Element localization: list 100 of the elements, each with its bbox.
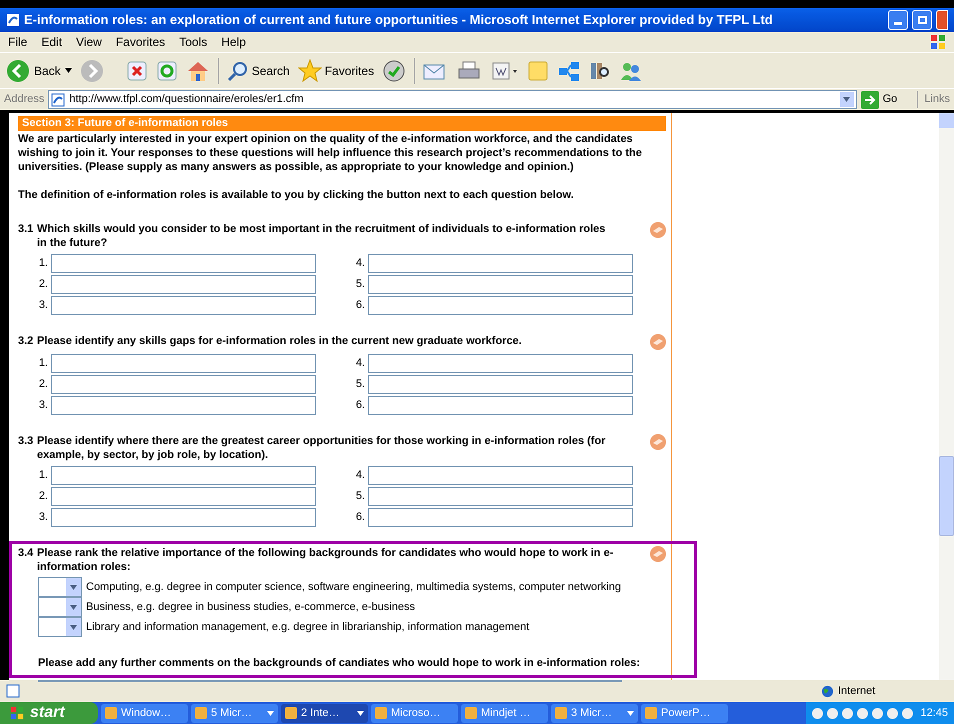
address-label: Address bbox=[4, 92, 44, 108]
refresh-icon[interactable] bbox=[156, 60, 178, 82]
favorites-button[interactable]: Favorites bbox=[298, 58, 374, 82]
printer-icon[interactable] bbox=[457, 60, 482, 82]
answer-field[interactable] bbox=[368, 254, 633, 273]
menu-item[interactable]: Edit bbox=[41, 33, 62, 51]
answer-field[interactable] bbox=[51, 375, 316, 394]
go-button[interactable]: Go bbox=[860, 90, 898, 108]
links-label[interactable]: Links bbox=[917, 91, 950, 108]
answer-field[interactable] bbox=[51, 296, 316, 315]
caret-icon bbox=[70, 624, 77, 630]
taskbar-button[interactable]: Window… bbox=[101, 704, 188, 722]
star-icon bbox=[298, 58, 322, 82]
intro-paragraph: The definition of e-information roles is available to you by clicking the button next to each question below. bbox=[18, 188, 575, 202]
field-number: 4. bbox=[354, 356, 365, 372]
globe-icon bbox=[821, 684, 834, 698]
answer-field[interactable] bbox=[51, 466, 316, 485]
answer-field[interactable] bbox=[368, 375, 633, 394]
field-number: 5. bbox=[354, 489, 365, 504]
tray-icon[interactable] bbox=[872, 708, 884, 718]
question-text: Please rank the relative importance of the following backgrounds for candidates who would hope to work in e-information roles: bbox=[37, 546, 614, 574]
answer-field[interactable] bbox=[368, 508, 633, 527]
windows-logo-icon bbox=[930, 34, 946, 50]
menu-item[interactable]: File bbox=[8, 33, 28, 51]
question-number: 3.3 bbox=[18, 434, 34, 449]
taskbar-button[interactable]: 2 Inte… bbox=[281, 704, 368, 722]
field-number: 4. bbox=[354, 256, 365, 272]
clock: 12:45 bbox=[920, 706, 948, 721]
scrollbar[interactable] bbox=[939, 113, 954, 680]
history-icon[interactable] bbox=[382, 58, 406, 82]
info-button-icon[interactable] bbox=[650, 434, 666, 450]
stop-icon[interactable] bbox=[126, 60, 148, 82]
close-button[interactable] bbox=[936, 10, 948, 30]
tray-icon[interactable] bbox=[812, 708, 824, 718]
info-button-icon[interactable] bbox=[650, 222, 666, 238]
search-button[interactable]: Search bbox=[226, 60, 290, 82]
minimize-button[interactable] bbox=[888, 10, 908, 30]
zone-label: Internet bbox=[838, 684, 876, 699]
note-icon[interactable] bbox=[527, 60, 550, 82]
answer-field[interactable] bbox=[368, 396, 633, 415]
taskbar-button[interactable]: 5 Micr… bbox=[191, 704, 278, 722]
answer-field[interactable] bbox=[51, 508, 316, 527]
answer-field[interactable] bbox=[368, 275, 633, 294]
dropdown-button[interactable] bbox=[840, 92, 854, 107]
restore-button[interactable] bbox=[912, 10, 932, 30]
field-number: 6. bbox=[354, 398, 365, 414]
menu-item[interactable]: Tools bbox=[179, 33, 208, 51]
rank-dropdown[interactable] bbox=[38, 577, 82, 597]
section-header: Section 3: Future of e-information roles bbox=[18, 116, 666, 131]
taskbar-button[interactable]: 3 Micr… bbox=[551, 704, 638, 722]
question-text: Please identify where there are the greatest career opportunities for those working in e-information roles (for example, by sector, by job role, by location). bbox=[37, 434, 606, 462]
tray-icon[interactable] bbox=[902, 708, 914, 718]
field-number: 2. bbox=[38, 489, 48, 504]
tray-icon[interactable] bbox=[842, 708, 854, 718]
network-icon[interactable] bbox=[557, 60, 582, 82]
question-number: 3.1 bbox=[18, 222, 34, 237]
field-number: 2. bbox=[38, 277, 48, 292]
back-button[interactable]: Back bbox=[6, 58, 72, 82]
field-number: 3. bbox=[38, 298, 48, 314]
window-title: E-information roles: an exploration of current and future opportunities - Microsoft Internet Explorer provided by TFPL Ltd bbox=[24, 11, 774, 30]
answer-field[interactable] bbox=[51, 354, 316, 373]
rank-dropdown[interactable] bbox=[38, 617, 82, 637]
menu-item[interactable]: Favorites bbox=[116, 33, 166, 51]
start-button[interactable]: start bbox=[0, 702, 98, 724]
tray-icon[interactable] bbox=[827, 708, 838, 718]
page-icon bbox=[6, 684, 20, 698]
forward-button-icon[interactable] bbox=[80, 58, 104, 82]
rank-dropdown[interactable] bbox=[38, 597, 82, 617]
answer-field[interactable] bbox=[368, 354, 633, 373]
menu-item[interactable]: View bbox=[76, 33, 102, 51]
field-number: 1. bbox=[38, 356, 48, 372]
caret-icon bbox=[843, 97, 850, 102]
answer-field[interactable] bbox=[51, 275, 316, 294]
tray-icon[interactable] bbox=[857, 708, 868, 718]
address-field[interactable]: http://www.tfpl.com/questionnaire/eroles/er1.cfm bbox=[48, 90, 857, 109]
answer-field[interactable] bbox=[368, 466, 633, 485]
field-number: 1. bbox=[38, 256, 48, 272]
tray-icon[interactable] bbox=[887, 708, 898, 718]
info-button-icon[interactable] bbox=[650, 334, 666, 350]
field-number: 1. bbox=[38, 468, 48, 484]
question-number: 3.4 bbox=[18, 546, 34, 561]
question-text: Which skills would you consider to be most important in the recruitment of individuals to e-information roles in the future? bbox=[37, 222, 606, 250]
home-icon[interactable] bbox=[186, 60, 210, 82]
caret-icon bbox=[70, 604, 77, 610]
question-number: 3.2 bbox=[18, 334, 34, 348]
info-button-icon[interactable] bbox=[650, 546, 666, 562]
answer-field[interactable] bbox=[368, 296, 633, 315]
comments-prompt: Please add any further comments on the backgrounds of candiates who would hope to work in e-information roles: bbox=[37, 656, 642, 671]
answer-field[interactable] bbox=[51, 396, 316, 415]
taskbar-button[interactable]: Mindjet … bbox=[461, 704, 548, 722]
page-icon bbox=[51, 92, 66, 106]
answer-field[interactable] bbox=[51, 487, 316, 506]
taskbar-button[interactable]: Microso… bbox=[371, 704, 458, 722]
answer-field[interactable] bbox=[51, 254, 316, 273]
caret-icon bbox=[70, 584, 77, 590]
field-number: 5. bbox=[354, 277, 365, 292]
taskbar-button[interactable]: PowerP… bbox=[641, 704, 728, 722]
windows-logo-icon bbox=[10, 706, 24, 720]
menu-item[interactable]: Help bbox=[221, 33, 246, 51]
answer-field[interactable] bbox=[368, 487, 633, 506]
